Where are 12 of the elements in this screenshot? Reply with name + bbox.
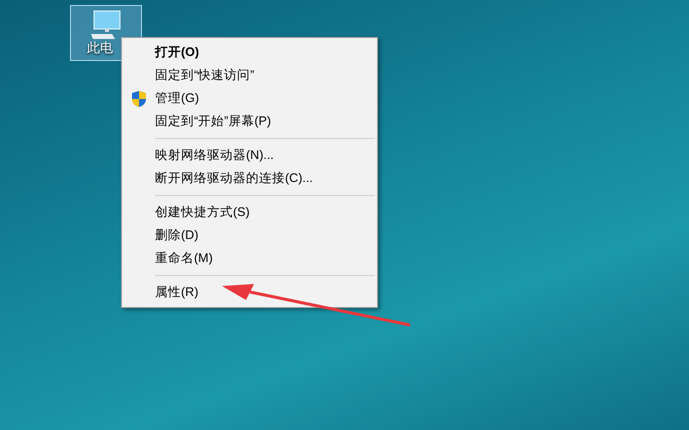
shield-icon [130, 90, 146, 108]
computer-icon [90, 10, 122, 40]
menu-item[interactable]: 重命名(M) [122, 247, 377, 270]
icon-label: 此电 [87, 40, 113, 56]
menu-item[interactable]: 映射网络驱动器(N)... [122, 144, 377, 167]
menu-item[interactable]: 删除(D) [122, 224, 377, 247]
menu-item[interactable]: 断开网络驱动器的连接(C)... [122, 167, 377, 190]
menu-item[interactable]: 创建快捷方式(S) [122, 201, 377, 224]
menu-item[interactable]: 固定到“开始”屏幕(P) [122, 110, 377, 133]
menu-item[interactable]: 管理(G) [122, 87, 377, 110]
menu-item[interactable]: 固定到“快速访问” [122, 64, 377, 87]
menu-item[interactable]: 属性(R) [122, 281, 377, 304]
